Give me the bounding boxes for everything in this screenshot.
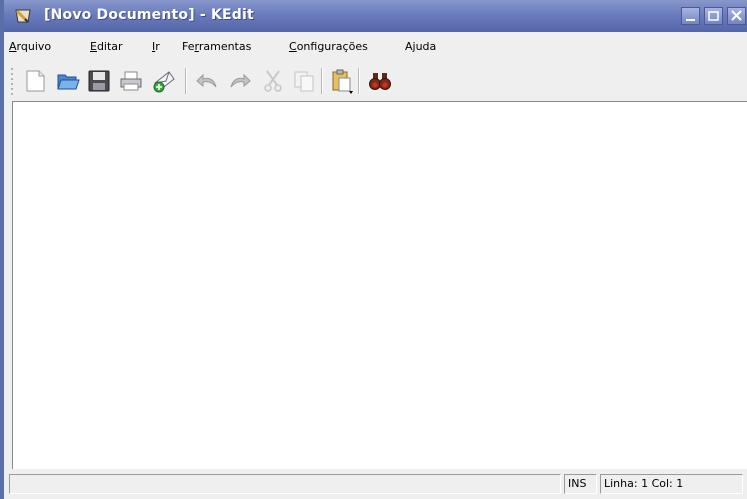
maximize-icon [708,11,719,21]
close-icon [731,10,742,21]
main-toolbar [4,60,747,100]
close-button[interactable] [727,7,746,25]
title-bar[interactable]: [Novo Documento] - KEdit [4,0,747,32]
find-button[interactable] [365,66,395,96]
status-message [9,474,561,494]
kedit-app-icon[interactable] [14,8,32,24]
send-mail-button[interactable] [149,66,179,96]
cut-icon [264,70,282,92]
toolbar-grip-icon[interactable] [10,66,16,96]
text-editor-area[interactable] [12,101,747,469]
toolbar-separator [185,68,187,94]
paste-icon [332,69,353,94]
status-bar: INS Linha: 1 Col: 1 [4,470,747,499]
undo-button[interactable] [192,66,222,96]
menu-configuracoes[interactable]: Configurações [289,40,368,53]
cursor-position: Linha: 1 Col: 1 [600,474,743,494]
send-mail-icon [153,71,175,93]
window-title: [Novo Documento] - KEdit [44,7,254,23]
menu-bar: Arquivo Editar Ir Ferramentas Configuraç… [4,34,747,58]
menu-editar[interactable]: Editar [90,40,123,53]
save-button[interactable] [84,66,114,96]
copy-button[interactable] [289,66,319,96]
menu-arquivo[interactable]: Arquivo [9,40,51,53]
insert-mode-indicator: INS [564,474,597,494]
open-button[interactable] [53,66,83,96]
toolbar-separator [321,68,323,94]
menu-ir[interactable]: Ir [152,40,160,53]
cut-button[interactable] [258,66,288,96]
new-document-icon [26,70,45,92]
minimize-button[interactable] [681,7,700,25]
paste-button[interactable] [327,66,357,96]
toolbar-separator [358,68,360,94]
undo-icon [196,73,217,88]
find-binoculars-icon [369,73,391,90]
maximize-button[interactable] [704,7,723,25]
menu-ajuda[interactable]: Ajuda [405,40,436,53]
minimize-icon [686,19,695,21]
redo-button[interactable] [225,66,255,96]
print-button[interactable] [116,66,146,96]
open-folder-icon [57,74,80,90]
redo-icon [230,73,251,88]
print-icon [120,71,142,91]
copy-icon [294,71,314,92]
menu-ferramentas[interactable]: Ferramentas [182,40,251,53]
kedit-window: [Novo Documento] - KEdit Arquivo Editar … [0,0,747,499]
new-document-button[interactable] [20,66,50,96]
save-floppy-icon [88,70,110,92]
